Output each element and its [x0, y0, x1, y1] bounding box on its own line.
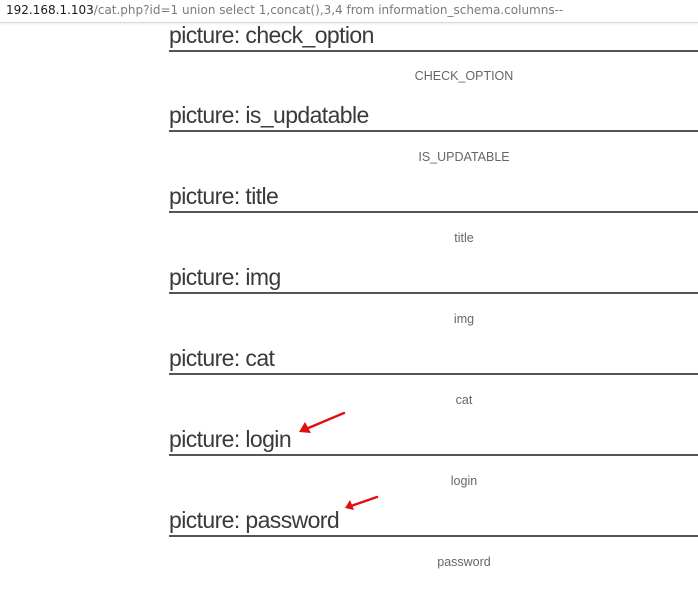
entry-title-text: picture: img	[169, 264, 281, 290]
entry-title: picture: login	[169, 420, 698, 456]
entry-title: picture: cat	[169, 339, 698, 375]
annotation-arrow-icon	[345, 495, 379, 510]
entry-title: picture: password	[169, 501, 698, 537]
entry-title-text: picture: is_updatable	[169, 102, 369, 128]
address-bar[interactable]: 192.168.1.103/cat.php?id=1 union select …	[0, 0, 698, 23]
entry-value: CHECK_OPTION	[414, 69, 514, 83]
entry-value: password	[437, 555, 491, 569]
entry-title-text: picture: check_option	[169, 22, 374, 48]
entry-title-text: picture: password	[169, 507, 340, 533]
entry-title-text: picture: title	[169, 183, 279, 209]
page-content: picture: check_option CHECK_OPTION pictu…	[0, 0, 698, 591]
entry-value: img	[453, 312, 475, 326]
entry-title: picture: is_updatable	[169, 96, 698, 132]
entry-title: picture: title	[169, 177, 698, 213]
url-path: /cat.php?id=1 union select 1,concat(),3,…	[93, 3, 564, 17]
entry-title-text: picture: cat	[169, 345, 275, 371]
entry-value: login	[450, 474, 478, 488]
entry-title: picture: img	[169, 258, 698, 294]
annotation-arrow-icon	[299, 411, 346, 433]
entry-title-text: picture: login	[169, 426, 292, 452]
entry-value: title	[454, 231, 474, 245]
url-host: 192.168.1.103	[6, 3, 94, 17]
entry-value: IS_UPDATABLE	[418, 150, 510, 164]
entry-value: cat	[455, 393, 473, 407]
